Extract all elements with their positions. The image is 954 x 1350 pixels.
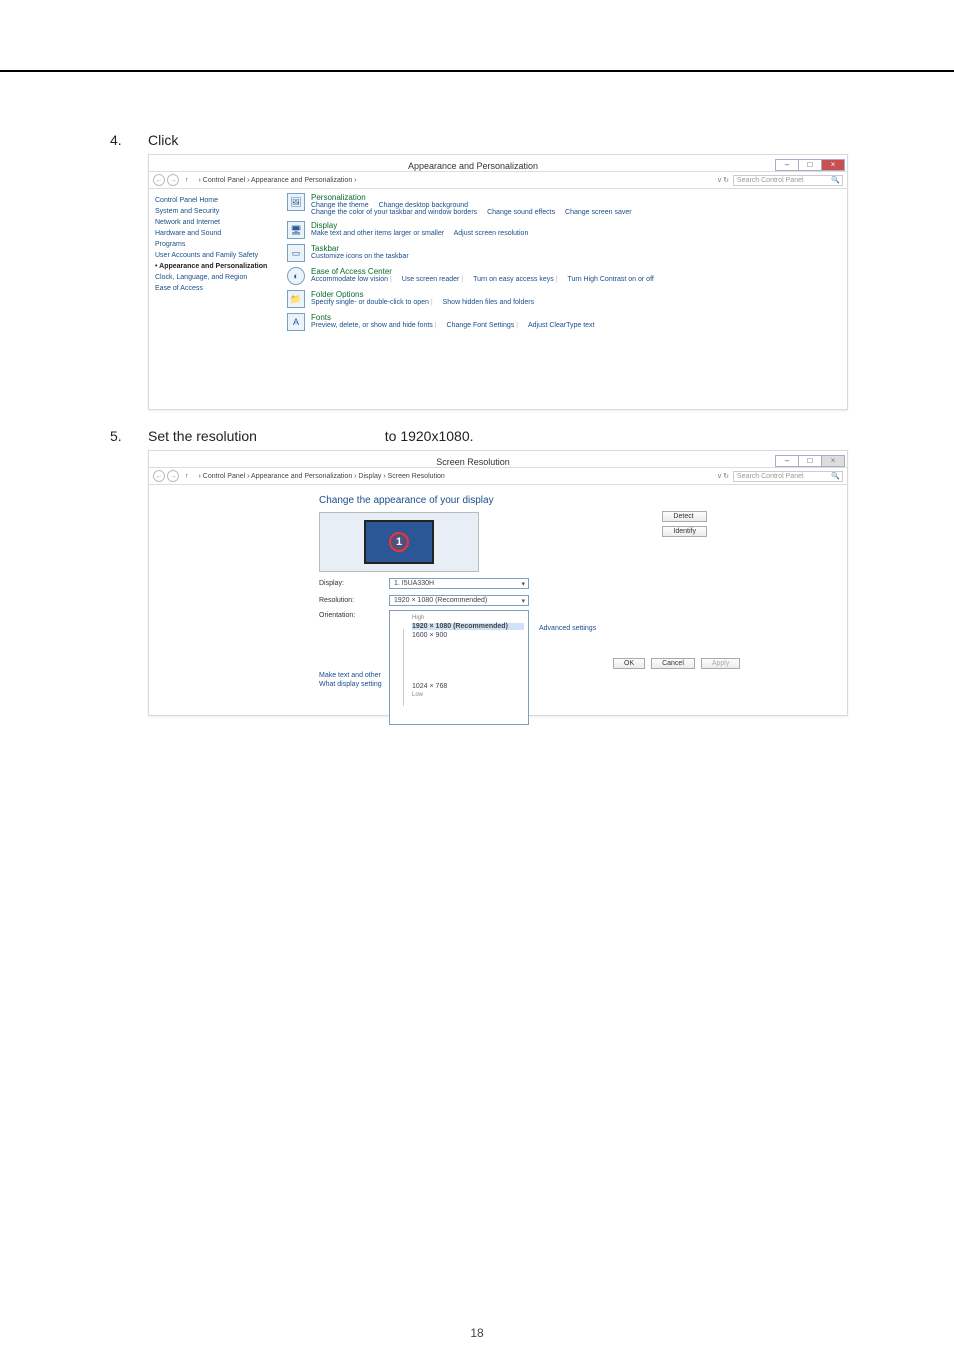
display-select[interactable]: 1. I5UA330H [389, 578, 529, 589]
link-high-contrast[interactable]: Turn High Contrast on or off [567, 276, 653, 283]
sidebar-item-hardware[interactable]: Hardware and Sound [155, 228, 271, 239]
apply-button[interactable]: Apply [701, 658, 741, 669]
sidebar-item-users[interactable]: User Accounts and Family Safety [155, 250, 271, 261]
close-button[interactable]: × [821, 160, 844, 170]
resolution-select[interactable]: 1920 × 1080 (Recommended) [389, 595, 529, 606]
orientation-label: Orientation: [319, 612, 389, 619]
step-number: 4. [110, 132, 148, 148]
search-input[interactable]: Search Control Panel [733, 471, 843, 482]
link-screen-reader[interactable]: Use screen reader [402, 276, 465, 283]
category-personalization[interactable]: Personalization [311, 193, 640, 202]
link-adjust-resolution[interactable]: Adjust screen resolution [454, 230, 529, 237]
monitor-icon[interactable]: 1 [364, 520, 434, 564]
link-cleartype[interactable]: Adjust ClearType text [528, 322, 595, 329]
step-text-a: Set the resolution [148, 428, 257, 444]
link-taskbar-color[interactable]: Change the color of your taskbar and win… [311, 209, 477, 216]
link-preview-fonts[interactable]: Preview, delete, or show and hide fonts [311, 322, 439, 329]
category-taskbar[interactable]: Taskbar [311, 244, 417, 253]
identify-button[interactable]: Identify [662, 526, 707, 537]
resolution-dropdown[interactable]: High 1920 × 1080 (Recommended) 1600 × 90… [389, 610, 529, 725]
window-title: Screen Resolution [171, 457, 775, 467]
maximize-button[interactable]: □ [798, 456, 821, 466]
display-preview: 1 [319, 512, 479, 572]
step-number: 5. [110, 428, 148, 444]
detect-button[interactable]: Detect [662, 511, 707, 522]
back-button[interactable]: ← [153, 470, 165, 482]
breadcrumb[interactable]: › Control Panel › Appearance and Persona… [199, 177, 714, 184]
folder-icon: 📁 [287, 290, 305, 308]
sidebar-item-appearance[interactable]: Appearance and Personalization [155, 261, 271, 272]
maximize-button[interactable]: □ [798, 160, 821, 170]
resolution-slider[interactable] [394, 629, 404, 706]
refresh-icon[interactable]: v ↻ [718, 176, 729, 184]
personalization-icon: 🖼 [287, 193, 305, 211]
step-text-b: to 1920x1080. [385, 428, 474, 444]
control-panel-sidebar: Control Panel Home System and Security N… [149, 189, 277, 409]
sidebar-item-home[interactable]: Control Panel Home [155, 195, 271, 206]
category-display[interactable]: Display [311, 221, 536, 230]
resolution-option[interactable]: 1920 × 1080 (Recommended) [412, 623, 524, 630]
cancel-button[interactable]: Cancel [651, 658, 695, 669]
screenshot-screen-resolution: Screen Resolution ‒ □ × ← → ↑ › Control … [148, 450, 848, 716]
sidebar-item-system[interactable]: System and Security [155, 206, 271, 217]
ease-icon: ◐ [287, 267, 305, 285]
window-controls: ‒ □ × [775, 455, 845, 467]
window-title: Appearance and Personalization [171, 161, 775, 171]
advanced-settings-link[interactable]: Advanced settings [539, 625, 835, 632]
forward-button[interactable]: → [167, 174, 179, 186]
close-button[interactable]: × [821, 456, 844, 466]
link-customize-icons[interactable]: Customize icons on the taskbar [311, 253, 409, 260]
link-text-size[interactable]: Make text and other items larger or smal… [311, 230, 444, 237]
search-input[interactable]: Search Control Panel [733, 175, 843, 186]
link-easy-keys[interactable]: Turn on easy access keys [473, 276, 559, 283]
display-label: Display: [319, 580, 389, 587]
link-hidden-files[interactable]: Show hidden files and folders [443, 299, 534, 306]
link-sound[interactable]: Change sound effects [487, 209, 555, 216]
sidebar-item-programs[interactable]: Programs [155, 239, 271, 250]
link-desktop-bg[interactable]: Change desktop background [379, 202, 469, 209]
category-fonts[interactable]: Fonts [311, 313, 602, 322]
refresh-icon[interactable]: v ↻ [718, 472, 729, 480]
window-controls: ‒ □ × [775, 159, 845, 171]
link-click-open[interactable]: Specify single- or double-click to open [311, 299, 435, 306]
sidebar-item-network[interactable]: Network and Internet [155, 217, 271, 228]
back-button[interactable]: ← [153, 174, 165, 186]
page-number: 18 [0, 1326, 954, 1340]
screenshot-appearance-personalization: Appearance and Personalization ‒ □ × ← →… [148, 154, 848, 410]
link-font-settings[interactable]: Change Font Settings [447, 322, 520, 329]
ok-button[interactable]: OK [613, 658, 645, 669]
step-text: Set the resolution to 1920x1080. [148, 428, 474, 444]
sidebar-item-ease[interactable]: Ease of Access [155, 283, 271, 294]
resolution-option[interactable]: 1600 × 900 [412, 632, 524, 639]
link-screensaver[interactable]: Change screen saver [565, 209, 632, 216]
callout-circle: 1 [389, 532, 409, 552]
sidebar-item-clock[interactable]: Clock, Language, and Region [155, 272, 271, 283]
minimize-button[interactable]: ‒ [776, 160, 798, 170]
link-low-vision[interactable]: Accommodate low vision [311, 276, 394, 283]
minimize-button[interactable]: ‒ [776, 456, 798, 466]
display-icon: 🖥 [287, 221, 305, 239]
taskbar-icon: ▭ [287, 244, 305, 262]
page-heading: Change the appearance of your display [319, 495, 835, 506]
category-folder[interactable]: Folder Options [311, 290, 542, 299]
dropdown-low: Low [412, 692, 524, 698]
breadcrumb[interactable]: › Control Panel › Appearance and Persona… [199, 473, 714, 480]
dropdown-high: High [412, 615, 524, 621]
category-ease[interactable]: Ease of Access Center [311, 267, 662, 276]
resolution-option[interactable]: 1024 × 768 [412, 683, 524, 690]
forward-button[interactable]: → [167, 470, 179, 482]
step-text: Click [148, 132, 178, 148]
fonts-icon: A [287, 313, 305, 331]
link-change-theme[interactable]: Change the theme [311, 202, 369, 209]
resolution-label: Resolution: [319, 597, 389, 604]
